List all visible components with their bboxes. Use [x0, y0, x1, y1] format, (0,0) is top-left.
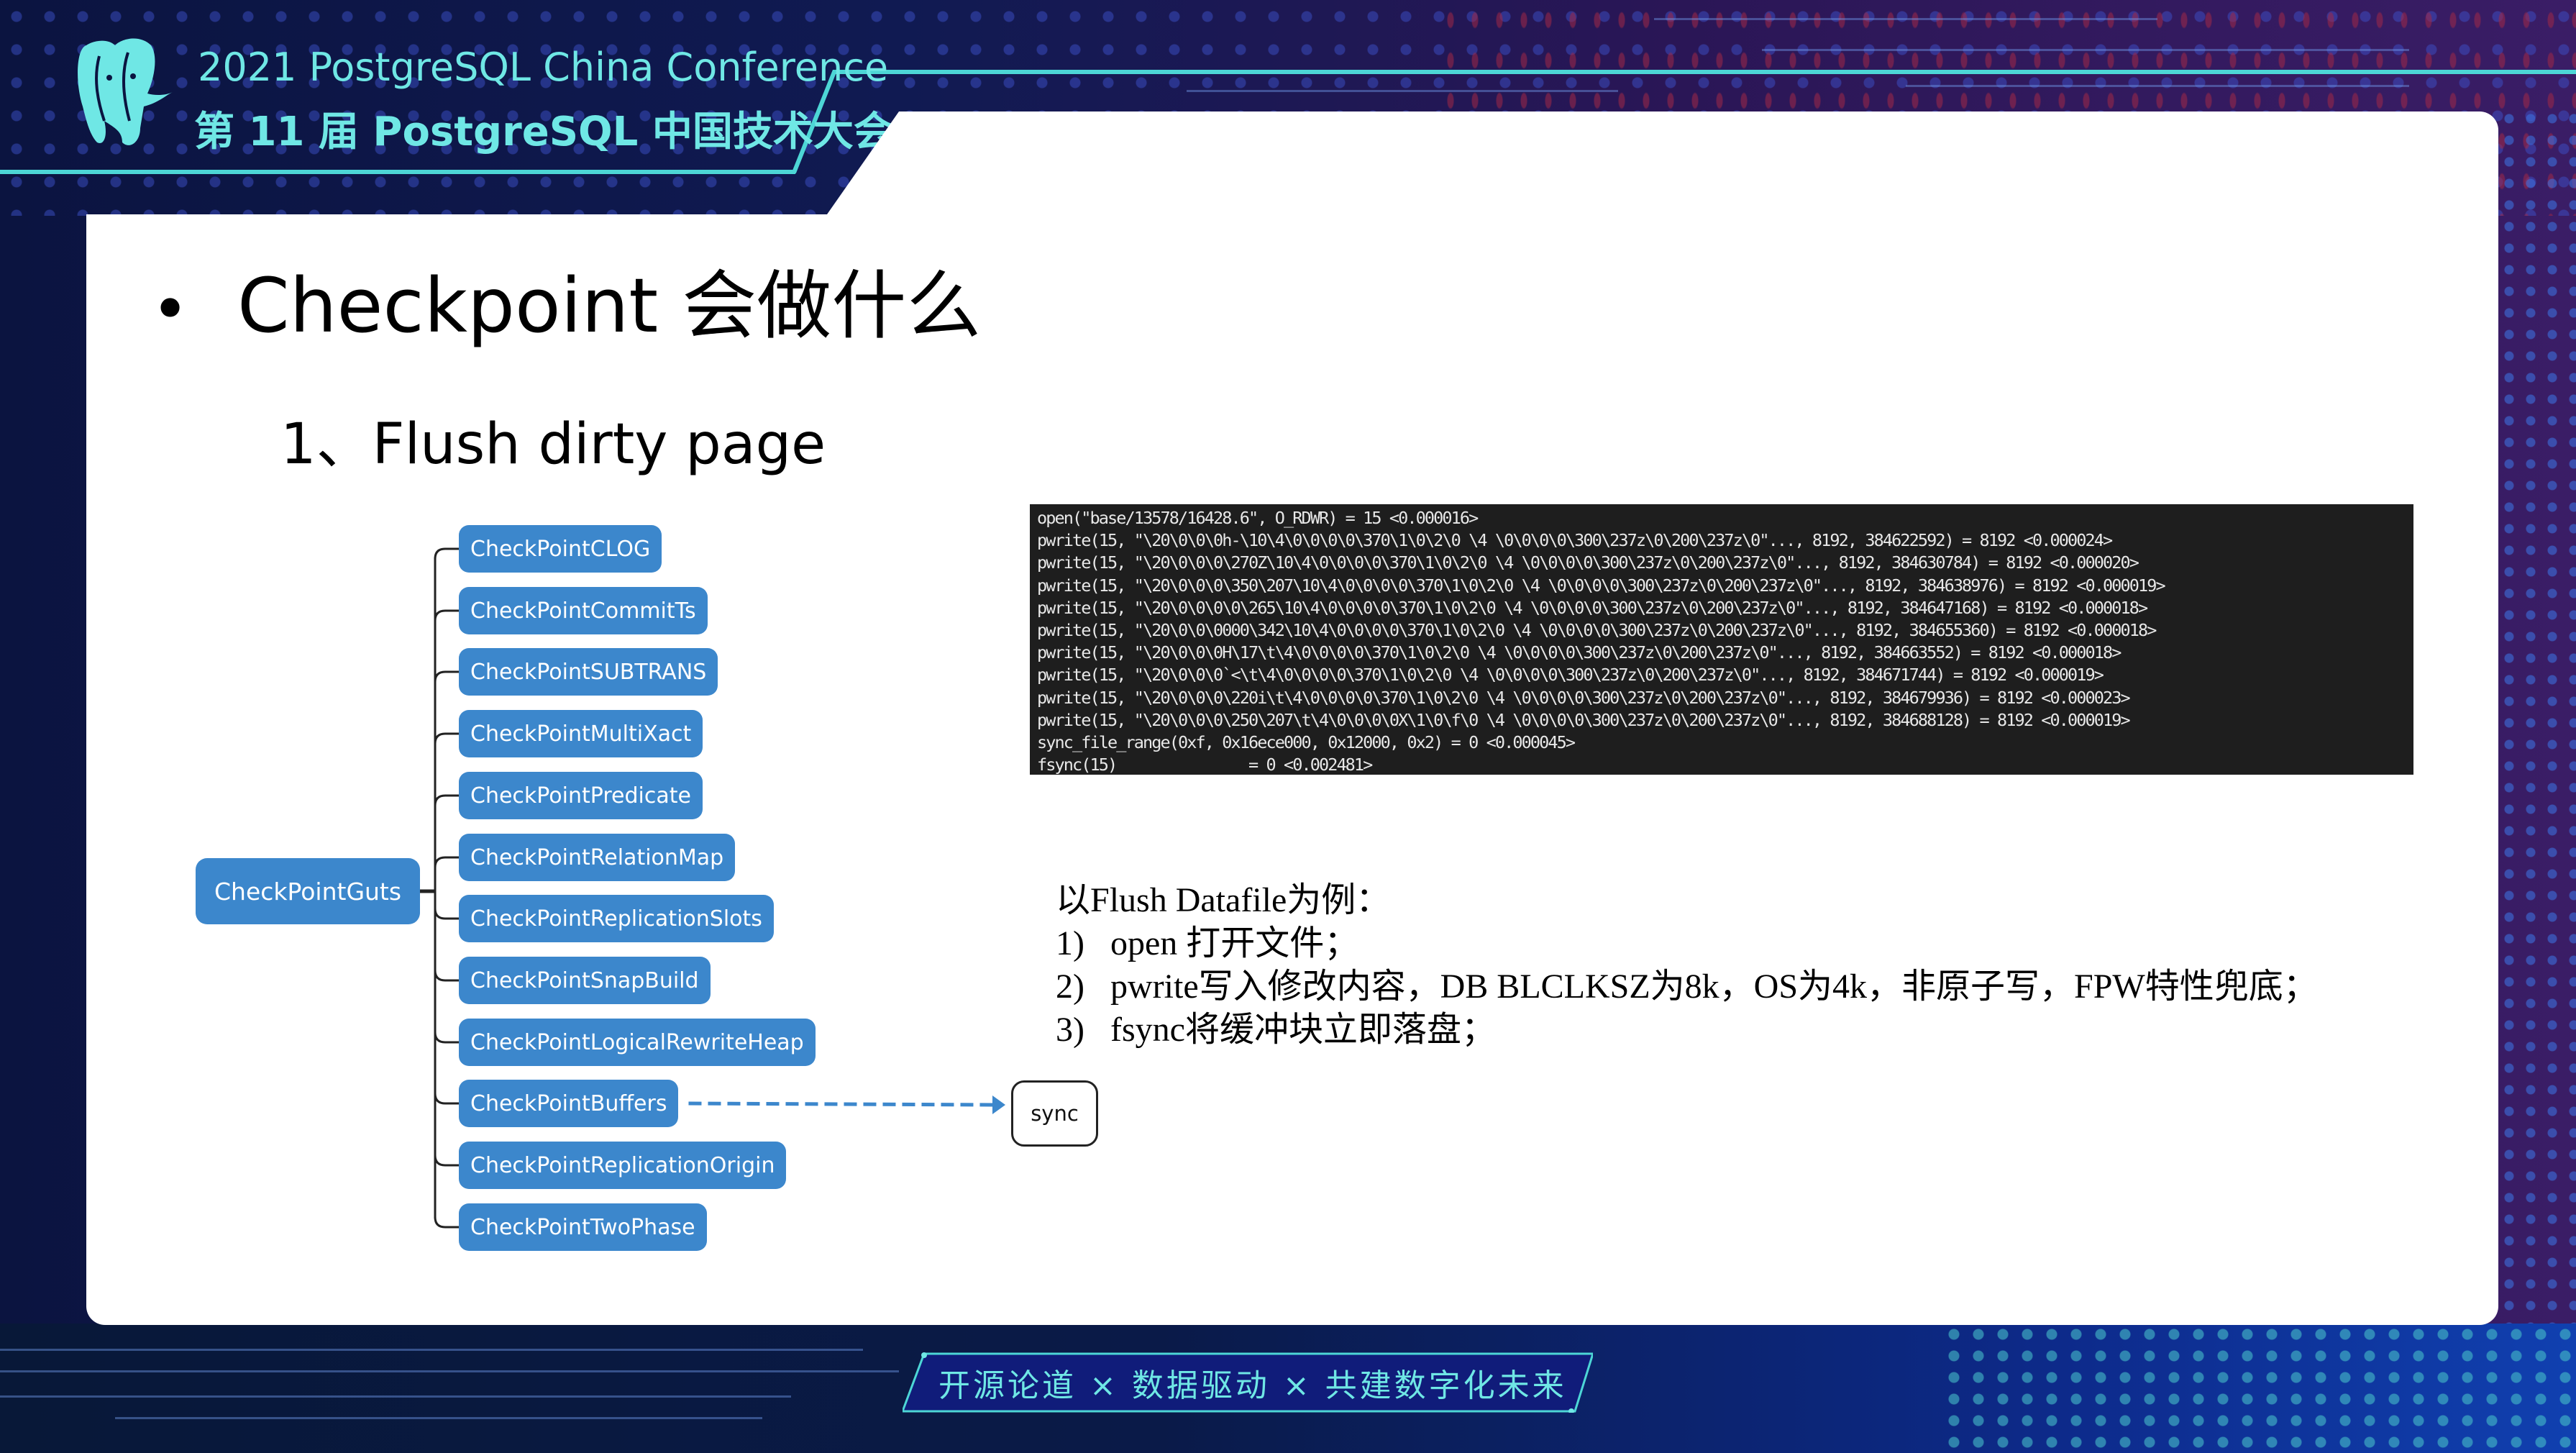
- node-checkpointbuffers: CheckPointBuffers: [459, 1080, 679, 1127]
- node-checkpointrelationmap: CheckPointRelationMap: [459, 834, 736, 881]
- side-dot-pattern: [2498, 108, 2576, 1331]
- terminal-line: pwrite(15, "\20\0\0\0000\342\10\4\0\0\0\…: [1037, 620, 2157, 641]
- node-checkpointlogicalrewriteheap: CheckPointLogicalRewriteHeap: [459, 1019, 816, 1066]
- terminal-line: sync_file_range(0xf, 0x16ece000, 0x12000…: [1037, 732, 1576, 753]
- flush-datafile-notes: 以Flush Datafile为例： 1) open 打开文件； 2) pwrite…: [1056, 879, 2318, 1052]
- notes-item-text: fsync将缓冲块立即落盘；: [1110, 1011, 1496, 1049]
- node-checkpointguts: CheckPointGuts: [196, 858, 421, 924]
- terminal-line: pwrite(15, "\20\0\0\0\250\207\t\4\0\0\0\…: [1037, 709, 2131, 730]
- circuit-line: [115, 1417, 762, 1419]
- terminal-line: open("base/13578/16428.6", O_RDWR) = 15 …: [1037, 508, 1479, 528]
- slide-title: • Checkpoint 会做什么: [151, 245, 981, 353]
- notes-item: 1) open 打开文件；: [1056, 922, 2318, 965]
- terminal-line: pwrite(15, "\20\0\0\0H\17\t\4\0\0\0\0\37…: [1037, 642, 2121, 663]
- notes-intro: 以Flush Datafile为例：: [1056, 881, 1391, 919]
- node-checkpointmultixact: CheckPointMultiXact: [459, 710, 703, 757]
- notes-item-text: pwrite写入修改内容，DB BLCLKSZ为8k，OS为4k，非原子写，FP…: [1110, 967, 2318, 1006]
- terminal-line: pwrite(15, "\20\0\0\0h-\10\4\0\0\0\0\370…: [1037, 530, 2113, 551]
- terminal-line: pwrite(15, "\20\0\0\0`<\t\4\0\0\0\0\370\…: [1037, 665, 2104, 685]
- node-checkpointtwophase: CheckPointTwoPhase: [459, 1203, 707, 1251]
- node-checkpointcommitts: CheckPointCommitTs: [459, 587, 708, 634]
- sync-node: sync: [1011, 1080, 1098, 1147]
- notes-item-number: 1): [1056, 924, 1084, 962]
- terminal-line: pwrite(15, "\20\0\0\0\0\265\10\4\0\0\0\0…: [1037, 597, 2148, 618]
- terminal-line: pwrite(15, "\20\0\0\0\270Z\10\4\0\0\0\0\…: [1037, 552, 2139, 573]
- node-checkpointreplicationorigin: CheckPointReplicationOrigin: [459, 1142, 787, 1189]
- node-checkpointpredicate: CheckPointPredicate: [459, 772, 703, 819]
- slide-subtitle: 1、Flush dirty page: [280, 412, 826, 477]
- circuit-line: [0, 1349, 863, 1351]
- notes-item-text: open 打开文件；: [1110, 924, 1359, 962]
- circuit-line: [0, 1370, 899, 1372]
- node-checkpointsubtrans: CheckPointSUBTRANS: [459, 648, 718, 696]
- terminal-line: pwrite(15, "\20\0\0\0\220i\t\4\0\0\0\0\3…: [1037, 687, 2131, 708]
- footer-slogan: 开源论道 × 数据驱动 × 共建数字化未来: [938, 1367, 1567, 1404]
- node-checkpointsnapbuild: CheckPointSnapBuild: [459, 957, 711, 1004]
- notes-item: 3) fsync将缓冲块立即落盘；: [1056, 1008, 2318, 1052]
- node-checkpointreplicationslots: CheckPointReplicationSlots: [459, 895, 774, 942]
- notes-item-number: 2): [1056, 967, 1084, 1006]
- circuit-line: [0, 1395, 791, 1398]
- notes-item-number: 3): [1056, 1011, 1084, 1049]
- footer-dot-pattern: [1942, 1324, 2576, 1453]
- conference-title-cn: 第 11 届 PostgreSQL 中国技术大会: [194, 109, 894, 155]
- terminal-line: pwrite(15, "\20\0\0\0\350\207\10\4\0\0\0…: [1037, 575, 2166, 596]
- terminal-line: fsync(15) = 0 <0.002481>: [1037, 755, 1373, 775]
- notes-item: 2) pwrite写入修改内容，DB BLCLKSZ为8k，OS为4k，非原子写，…: [1056, 965, 2318, 1008]
- postgresql-elephant-icon: [78, 38, 173, 145]
- node-checkpointclog: CheckPointCLOG: [459, 525, 662, 573]
- slide-title-text: Checkpoint 会做什么: [237, 262, 982, 350]
- terminal-lines: open("base/13578/16428.6", O_RDWR) = 15 …: [1037, 507, 2406, 775]
- conference-title-en: 2021 PostgreSQL China Conference: [198, 45, 889, 90]
- strace-terminal-output: open("base/13578/16428.6", O_RDWR) = 15 …: [1030, 504, 2413, 775]
- bullet-icon: •: [151, 272, 190, 347]
